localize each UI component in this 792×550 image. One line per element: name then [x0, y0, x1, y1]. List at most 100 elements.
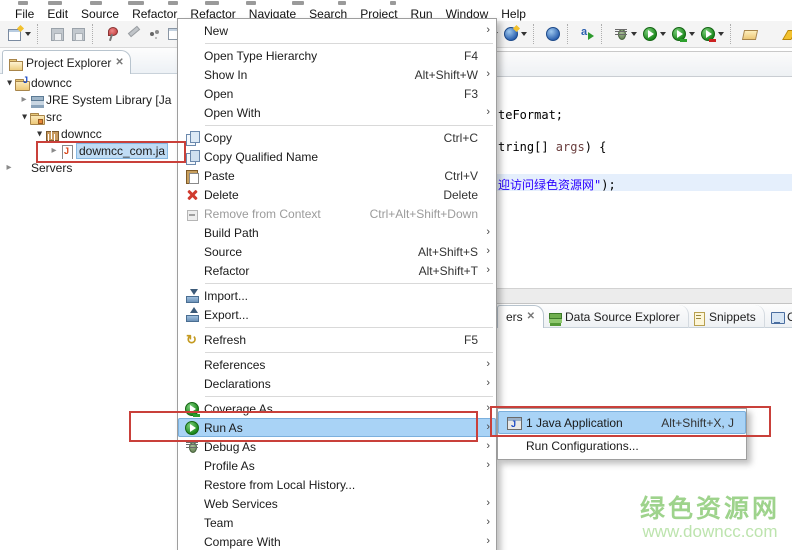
menu-item-copy[interactable]: CopyCtrl+C [178, 128, 496, 147]
menu-item-label: Run As [204, 421, 494, 435]
tree-item-downcc[interactable]: ▸downcc [0, 125, 182, 142]
tree-item-src[interactable]: ▸src [0, 108, 182, 125]
menu-item-icon-slot [180, 206, 204, 222]
java-file-icon: J [59, 144, 73, 158]
titlebar-sliver [0, 0, 792, 7]
menu-item-open[interactable]: OpenF3 [178, 84, 496, 103]
code-token: ); [601, 178, 615, 192]
close-icon[interactable]: ✕ [527, 312, 535, 322]
globe-icon [545, 26, 561, 42]
menu-item-coverage-as[interactable]: Coverage As› [178, 399, 496, 418]
tab-project-explorer[interactable]: Project Explorer ✕ [2, 50, 131, 74]
bottom-tab-label: Cons [787, 310, 792, 324]
submenu-item-run-configurations-[interactable]: Run Configurations... [498, 434, 746, 457]
tree-item-dowmcc-com-ja[interactable]: ▸Jdowmcc_com.ja [0, 142, 182, 159]
menu-item-refresh[interactable]: RefreshF5 [178, 330, 496, 349]
menubar-item-refactor-3[interactable]: Refactor [132, 7, 177, 21]
web-service-icon-button[interactable] [502, 25, 528, 43]
menu-item-new[interactable]: New› [178, 21, 496, 40]
toolbar-separator [567, 24, 573, 44]
submenu-arrow-icon: › [486, 402, 490, 414]
menu-item-team[interactable]: Team› [178, 513, 496, 532]
menu-item-compare-with[interactable]: Compare With› [178, 532, 496, 550]
code-token: tring[] [498, 140, 556, 154]
menu-item-debug-as[interactable]: Debug As› [178, 437, 496, 456]
expand-arrow-icon[interactable]: ▸ [49, 146, 59, 156]
submenu-item-1-java-application[interactable]: J1 Java ApplicationAlt+Shift+X, J [498, 411, 746, 434]
pen-icon-button[interactable] [124, 25, 142, 43]
menu-item-open-type-hierarchy[interactable]: Open Type HierarchyF4 [178, 46, 496, 65]
menu-item-label: References [204, 358, 494, 372]
run-icon-button[interactable] [641, 25, 667, 43]
menu-item-label: Copy Qualified Name [204, 150, 494, 164]
menu-item-open-with[interactable]: Open With› [178, 103, 496, 122]
expand-arrow-icon[interactable]: ▸ [19, 95, 29, 105]
menu-item-profile-as[interactable]: Profile As› [178, 456, 496, 475]
menu-item-paste[interactable]: PasteCtrl+V [178, 166, 496, 185]
toolbar-group-right [490, 24, 792, 44]
letters-icon-button[interactable] [578, 25, 596, 43]
debug-flower-icon-button[interactable] [612, 25, 638, 43]
menu-item-remove-from-context[interactable]: Remove from ContextCtrl+Alt+Shift+Down [178, 204, 496, 223]
collapse-arrow-icon[interactable]: ▸ [4, 78, 14, 88]
coverage-red-icon-button[interactable] [699, 25, 725, 43]
watermark-title: 绿色资源网 [640, 496, 780, 524]
toolbar-group-left [6, 24, 184, 44]
menu-item-export-[interactable]: Export... [178, 305, 496, 324]
submenu-arrow-icon: › [486, 497, 490, 509]
menu-item-label: Copy [204, 131, 444, 145]
folder-icon-button[interactable] [762, 25, 780, 43]
tab-ers[interactable]: ers✕ [497, 305, 544, 328]
save-icon-button[interactable] [48, 25, 66, 43]
menu-item-references[interactable]: References› [178, 355, 496, 374]
paste-icon [184, 168, 200, 184]
menu-item-shortcut: Alt+Shift+T [419, 264, 478, 278]
menu-item-restore-from-local-history-[interactable]: Restore from Local History... [178, 475, 496, 494]
tree-item-downcc[interactable]: ▸Jdowncc [0, 74, 182, 91]
collapse-arrow-icon[interactable]: ▸ [34, 129, 44, 139]
titlebar-fragment [18, 1, 28, 5]
pin-icon [104, 26, 120, 42]
save-all-icon-button[interactable] [69, 25, 87, 43]
coverage-icon-button[interactable] [670, 25, 696, 43]
debug-icon [184, 439, 200, 455]
menu-item-label: Declarations [204, 377, 494, 391]
collapse-arrow-icon[interactable]: ▸ [19, 112, 29, 122]
run-icon [184, 420, 200, 436]
new-wizard-icon-button[interactable] [6, 25, 32, 43]
pin-icon-button[interactable] [103, 25, 121, 43]
tab-snippets[interactable]: Snippets [683, 305, 765, 328]
menu-item-declarations[interactable]: Declarations› [178, 374, 496, 393]
menu-item-copy-qualified-name[interactable]: Copy Qualified Name [178, 147, 496, 166]
project-tree: ▸Jdowncc▸JRE System Library [Ja▸src▸down… [0, 74, 182, 176]
expand-arrow-icon[interactable]: ▸ [4, 163, 14, 173]
coverage-bar [193, 414, 200, 417]
open-folder-icon-button[interactable] [741, 25, 759, 43]
menu-item-delete[interactable]: DeleteDelete [178, 185, 496, 204]
globe-icon-button[interactable] [544, 25, 562, 43]
chevron-down-icon [25, 32, 31, 36]
sparkle-icon-button[interactable] [145, 25, 163, 43]
menubar-item-file-0[interactable]: File [15, 7, 34, 21]
menu-item-web-services[interactable]: Web Services› [178, 494, 496, 513]
tree-item-jre-system-library-ja[interactable]: ▸JRE System Library [Ja [0, 91, 182, 108]
menubar-item-source-2[interactable]: Source [81, 7, 119, 21]
menu-item-source[interactable]: SourceAlt+Shift+S› [178, 242, 496, 261]
menu-item-show-in[interactable]: Show InAlt+Shift+W› [178, 65, 496, 84]
tree-item-servers[interactable]: ▸Servers [0, 159, 182, 176]
menubar-item-edit-1[interactable]: Edit [47, 7, 68, 21]
menu-item-run-as[interactable]: Run As› [178, 418, 496, 437]
menu-item-import-[interactable]: Import... [178, 286, 496, 305]
tab-cons[interactable]: Cons [761, 305, 792, 328]
titlebar-fragment [90, 1, 102, 5]
bottom-tab-label: Snippets [709, 310, 756, 324]
menubar-item-help-10[interactable]: Help [501, 7, 526, 21]
lightning-icon-button[interactable] [783, 25, 792, 43]
close-icon[interactable]: ✕ [115, 58, 123, 68]
menu-item-build-path[interactable]: Build Path› [178, 223, 496, 242]
console-icon [769, 310, 783, 324]
tab-data-source-explorer[interactable]: Data Source Explorer [539, 305, 689, 328]
menu-item-refactor[interactable]: RefactorAlt+Shift+T› [178, 261, 496, 280]
submenu-arrow-icon: › [486, 358, 490, 370]
submenu-arrow-icon: › [486, 421, 490, 433]
